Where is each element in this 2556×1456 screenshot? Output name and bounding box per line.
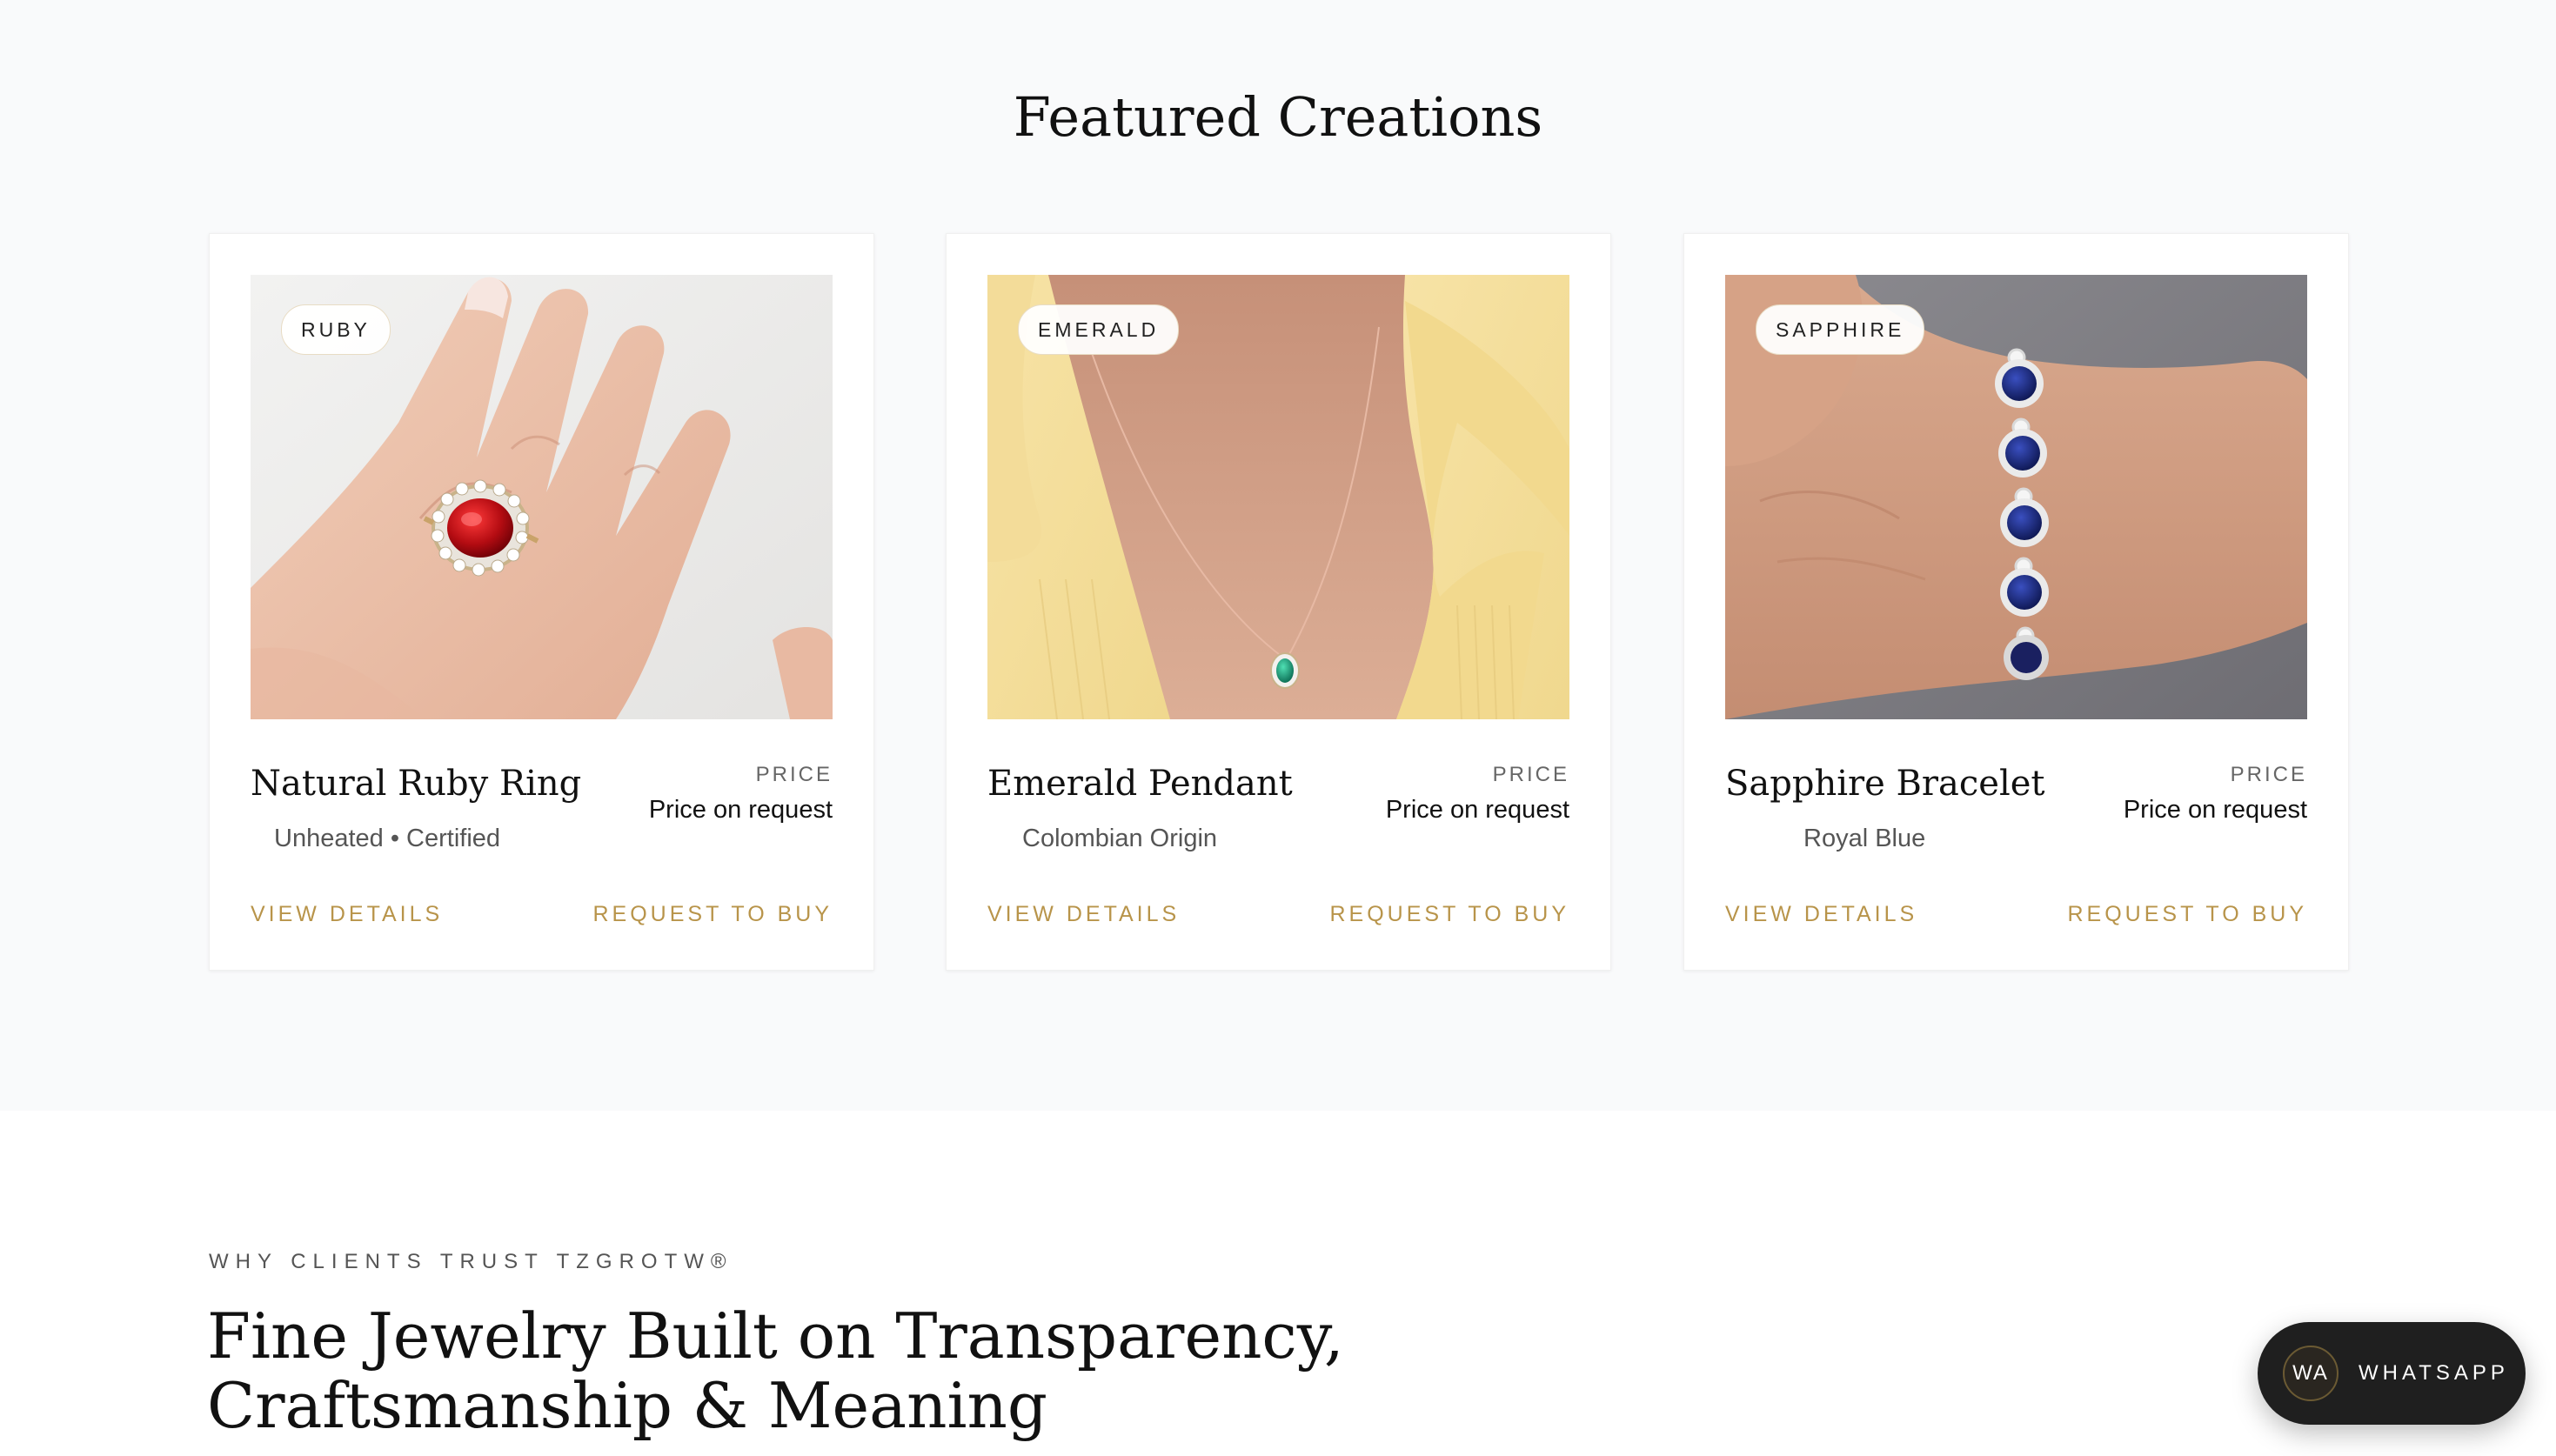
trust-eyebrow: WHY CLIENTS TRUST TZGROTW® bbox=[209, 1250, 733, 1273]
product-subtitle: Unheated • Certified bbox=[274, 825, 501, 852]
category-badge: SAPPHIRE bbox=[1756, 304, 1925, 355]
product-card-emerald: EMERALD Emerald Pendant Colombian Origin… bbox=[946, 233, 1611, 971]
whatsapp-button[interactable]: WA WHATSAPP bbox=[2258, 1322, 2526, 1425]
product-image-sapphire[interactable]: SAPPHIRE bbox=[1725, 275, 2307, 719]
view-details-link[interactable]: VIEW DETAILS bbox=[251, 898, 443, 930]
product-card-sapphire: SAPPHIRE Sapphire Bracelet Royal Blue PR… bbox=[1683, 233, 2349, 971]
request-to-buy-link[interactable]: REQUEST TO BUY bbox=[2067, 898, 2307, 930]
price-value: Price on request bbox=[1385, 796, 1569, 824]
trust-heading-line2: Craftsmanship & Meaning bbox=[207, 1369, 1047, 1442]
price-value: Price on request bbox=[648, 796, 833, 824]
section-title: Featured Creations bbox=[1013, 85, 1543, 149]
product-subtitle: Royal Blue bbox=[1803, 825, 1926, 852]
featured-creations-section: Featured Creations RUBY Natural Ruby Rin… bbox=[0, 0, 2556, 1111]
category-badge: EMERALD bbox=[1018, 304, 1180, 355]
product-image-ruby[interactable]: RUBY bbox=[251, 275, 833, 719]
view-details-link[interactable]: VIEW DETAILS bbox=[987, 898, 1180, 930]
price-label: PRICE bbox=[2230, 763, 2307, 786]
price-value: Price on request bbox=[2123, 796, 2307, 824]
request-to-buy-link[interactable]: REQUEST TO BUY bbox=[592, 898, 833, 930]
price-label: PRICE bbox=[1492, 763, 1569, 786]
product-name: Natural Ruby Ring bbox=[251, 764, 582, 804]
product-subtitle: Colombian Origin bbox=[1022, 825, 1218, 852]
whatsapp-icon: WA bbox=[2283, 1346, 2339, 1401]
trust-heading-line1: Fine Jewelry Built on Transparency, bbox=[207, 1299, 1344, 1373]
price-label: PRICE bbox=[755, 763, 833, 786]
category-badge: RUBY bbox=[281, 304, 391, 355]
view-details-link[interactable]: VIEW DETAILS bbox=[1725, 898, 1917, 930]
request-to-buy-link[interactable]: REQUEST TO BUY bbox=[1329, 898, 1569, 930]
product-name: Emerald Pendant bbox=[987, 764, 1293, 804]
trust-heading: Fine Jewelry Built on Transparency, Craf… bbox=[207, 1301, 1512, 1440]
product-image-emerald[interactable]: EMERALD bbox=[987, 275, 1569, 719]
product-card-ruby: RUBY Natural Ruby Ring Unheated • Certif… bbox=[209, 233, 874, 971]
whatsapp-label: WHATSAPP bbox=[2359, 1361, 2509, 1385]
product-name: Sapphire Bracelet bbox=[1725, 764, 2045, 804]
